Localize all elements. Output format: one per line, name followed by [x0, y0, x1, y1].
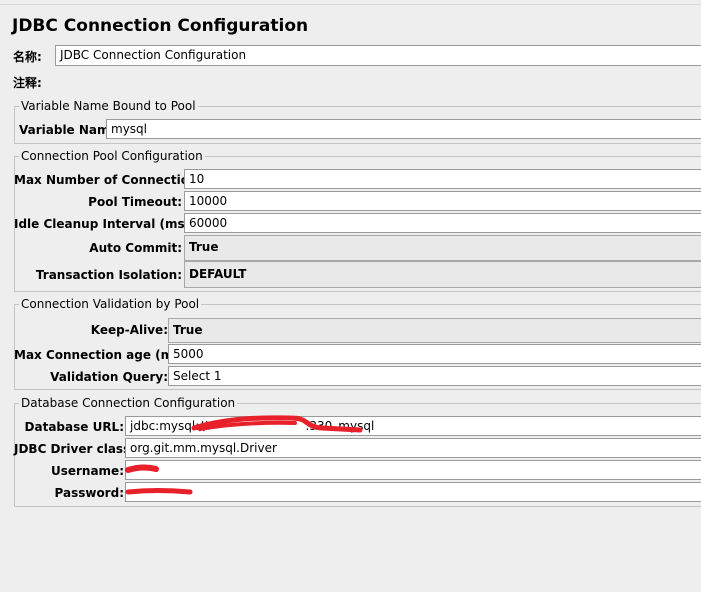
jdbc-driver-field[interactable]: org.git.mm.mysql.Driver — [125, 438, 701, 458]
auto-commit-label: Auto Commit: — [89, 241, 182, 255]
transaction-isolation-select[interactable]: DEFAULT — [184, 261, 701, 288]
name-label: 名称: — [13, 50, 42, 64]
pool-timeout-label: Pool Timeout: — [88, 195, 182, 209]
password-label: Password: — [54, 486, 125, 500]
max-connections-field[interactable]: 10 — [184, 169, 701, 189]
top-divider — [0, 4, 701, 5]
username-field[interactable] — [125, 460, 701, 480]
max-connections-label: Max Number of Connections: — [14, 173, 210, 187]
name-field[interactable]: JDBC Connection Configuration — [55, 45, 701, 66]
jdbc-driver-label: JDBC Driver class: — [14, 442, 136, 456]
pool-timeout-field[interactable]: 10000 — [184, 191, 701, 211]
url-redaction-scribble — [191, 415, 363, 433]
idle-cleanup-field[interactable]: 60000 — [184, 213, 701, 233]
validation-query-label: Validation Query: — [50, 370, 168, 384]
comment-label: 注释: — [13, 76, 42, 90]
username-label: Username: — [50, 464, 124, 478]
database-connection-group-legend: Database Connection Configuration — [19, 396, 238, 410]
auto-commit-select[interactable]: True — [184, 235, 701, 261]
database-url-label: Database URL: — [24, 420, 124, 434]
connection-pool-group-legend: Connection Pool Configuration — [19, 149, 205, 163]
comment-field[interactable] — [55, 71, 701, 91]
max-connection-age-label: Max Connection age (ms): — [14, 348, 191, 362]
variable-name-group-legend: Variable Name Bound to Pool — [19, 99, 198, 113]
keep-alive-label: Keep-Alive: — [90, 323, 168, 337]
page-title: JDBC Connection Configuration — [12, 16, 309, 36]
max-connection-age-field[interactable]: 5000 — [168, 344, 701, 364]
keep-alive-select[interactable]: True — [168, 318, 701, 343]
validation-query-field[interactable]: Select 1 — [168, 366, 701, 386]
variable-name-field[interactable]: mysql — [106, 119, 701, 139]
connection-validation-group-legend: Connection Validation by Pool — [19, 297, 202, 311]
username-redaction-scribble — [125, 464, 159, 473]
password-field[interactable] — [125, 482, 701, 502]
idle-cleanup-label: Idle Cleanup Interval (ms): — [14, 217, 195, 231]
transaction-isolation-label: Transaction Isolation: — [35, 268, 182, 282]
password-redaction-scribble — [125, 488, 193, 495]
